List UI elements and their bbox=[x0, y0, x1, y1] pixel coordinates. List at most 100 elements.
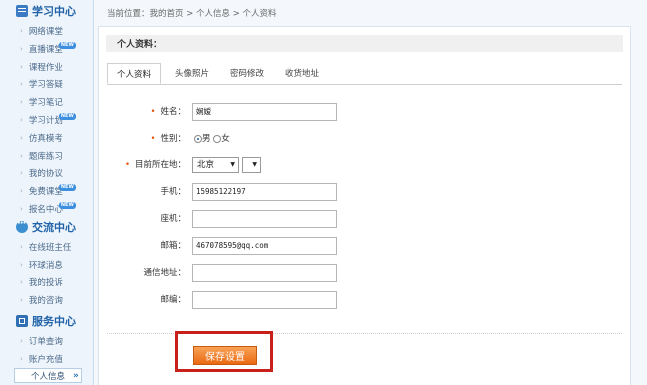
sidebar-item-label-wrap: 直播课堂 NEW bbox=[29, 41, 76, 55]
sidebar-service-item[interactable]: › 订单查询 bbox=[0, 332, 93, 350]
service-center-title: 服务中心 bbox=[32, 315, 76, 328]
tab-avatar[interactable]: 头像照片 bbox=[165, 63, 219, 83]
sidebar-exchange-item[interactable]: › 在线班主任 bbox=[0, 238, 93, 256]
name-field[interactable]: 娴嫒 bbox=[192, 103, 337, 121]
chevron-right-icon: › bbox=[20, 151, 23, 160]
tab-password[interactable]: 密码修改 bbox=[220, 63, 274, 83]
sidebar-study-item[interactable]: › 学习计划 NEW bbox=[0, 111, 93, 129]
email-field[interactable]: 467078595@qq.com bbox=[192, 237, 337, 255]
save-button[interactable]: 保存设置 bbox=[193, 346, 257, 365]
sidebar-item-label-wrap: 网络课堂 bbox=[29, 25, 63, 37]
province-select[interactable]: 北京 ▼ bbox=[192, 157, 239, 173]
landline-label: 座机： bbox=[160, 214, 186, 224]
sidebar-study-item[interactable]: › 直播课堂 NEW bbox=[0, 40, 93, 58]
sidebar-item-label: 订单查询 bbox=[28, 337, 63, 347]
sidebar-item-label-wrap: 题库练习 bbox=[29, 150, 63, 162]
sidebar-item-label-wrap: 课程作业 bbox=[29, 61, 63, 73]
gender-row: • 性别： 男 女 bbox=[99, 130, 632, 148]
breadcrumb: 当前位置：我的首页 > 个人信息 > 个人资料 bbox=[107, 9, 277, 19]
sidebar-exchange-item[interactable]: › 我的咨询 bbox=[0, 291, 93, 309]
sidebar-item-label: 我的协议 bbox=[28, 169, 63, 180]
sidebar-item-label: 个人信息 bbox=[31, 371, 66, 382]
new-badge: NEW bbox=[58, 41, 76, 49]
book-icon bbox=[16, 5, 28, 17]
chevron-right-icon: › bbox=[20, 62, 23, 71]
address-field[interactable] bbox=[192, 264, 337, 282]
zipcode-field[interactable] bbox=[192, 291, 337, 309]
sidebar-study-item[interactable]: › 网络课堂 bbox=[0, 22, 93, 40]
location-label: • 目前所在地： bbox=[124, 160, 186, 170]
sidebar-item-label-wrap: 环球消息 bbox=[29, 259, 63, 271]
double-chevron-right-icon: » bbox=[73, 370, 79, 381]
new-badge: NEW bbox=[58, 113, 76, 120]
service-center-header: 服务中心 bbox=[0, 310, 93, 332]
chevron-right-icon: › bbox=[20, 243, 23, 251]
gender-female-radio[interactable] bbox=[213, 134, 222, 143]
sidebar-item-label-wrap: 我的咨询 bbox=[29, 294, 63, 306]
chevron-right-icon: › bbox=[20, 27, 23, 35]
sidebar-study-item[interactable]: › 课程作业 bbox=[0, 58, 93, 76]
sidebar-study-item[interactable]: › 我的协议 bbox=[0, 164, 93, 182]
chevron-right-icon: › bbox=[20, 337, 23, 345]
sidebar-item-label: 学习计划 bbox=[28, 116, 63, 126]
exchange-center-title: 交流中心 bbox=[32, 221, 76, 234]
landline-row: 座机： bbox=[99, 210, 632, 228]
sidebar-study-item[interactable]: › 仿真模考 bbox=[0, 129, 93, 147]
name-label: • 姓名： bbox=[150, 107, 186, 117]
province-value: 北京 bbox=[197, 160, 215, 170]
sidebar-item-label: 账户充值 bbox=[28, 354, 63, 365]
address-row: 通信地址： bbox=[99, 264, 632, 282]
sidebar-service-item[interactable]: › 账户充值 bbox=[0, 350, 93, 368]
chevron-right-icon: › bbox=[20, 80, 23, 89]
sidebar-item-label-wrap: 账户充值 bbox=[29, 353, 63, 365]
sidebar: 学习中心 › 网络课堂 › 直播课堂 NEW › 课程作业 › 学习答疑 › 学习笔记 › 学习计划 NE… bbox=[0, 0, 94, 385]
sidebar-item-label: 网络课堂 bbox=[28, 27, 63, 37]
landline-field[interactable] bbox=[192, 210, 337, 228]
sidebar-item-label-wrap: 学习计划 NEW bbox=[28, 113, 76, 126]
gender-male-radio[interactable] bbox=[194, 134, 202, 143]
email-row: 邮箱： 467078595@qq.com bbox=[99, 237, 632, 255]
gender-male-label: 男 bbox=[202, 134, 211, 144]
sidebar-item-label-wrap: 仿真模考 bbox=[29, 132, 63, 144]
mobile-field[interactable]: 15985122197 bbox=[192, 183, 337, 201]
sidebar-item-label: 课程作业 bbox=[28, 62, 63, 73]
tab-profile[interactable]: 个人资料 bbox=[107, 63, 161, 84]
chevron-right-icon: › bbox=[20, 116, 23, 124]
sidebar-study-item[interactable]: › 题库练习 bbox=[0, 147, 93, 165]
study-center-header: 学习中心 bbox=[0, 0, 93, 22]
service-icon bbox=[16, 315, 28, 327]
chevron-right-icon: › bbox=[20, 169, 23, 178]
sidebar-study-item[interactable]: › 免费课堂 NEW bbox=[0, 182, 93, 200]
chat-bubble-icon bbox=[16, 218, 28, 233]
chevron-right-icon: › bbox=[20, 98, 23, 107]
sidebar-item-label: 学习笔记 bbox=[28, 98, 63, 109]
sidebar-item-label-wrap: 在线班主任 bbox=[29, 241, 72, 253]
sidebar-item-label: 我的投诉 bbox=[28, 278, 63, 288]
gender-female-label: 女 bbox=[221, 134, 230, 144]
new-badge: NEW bbox=[58, 184, 76, 192]
chevron-right-icon: › bbox=[20, 295, 23, 304]
sidebar-item-personal-info[interactable]: 个人信息 » bbox=[14, 368, 82, 383]
chevron-right-icon: › bbox=[20, 44, 23, 53]
gender-label: • 性别： bbox=[150, 134, 186, 144]
sidebar-item-label: 在线班主任 bbox=[28, 243, 72, 253]
zipcode-row: 邮编： bbox=[99, 291, 632, 309]
dropdown-arrow-icon: ▼ bbox=[230, 161, 235, 168]
city-select[interactable]: ▼ bbox=[242, 157, 261, 173]
sidebar-study-item[interactable]: › 学习答疑 bbox=[0, 75, 93, 93]
tab-address[interactable]: 收货地址 bbox=[275, 63, 329, 83]
sidebar-exchange-item[interactable]: › 环球消息 bbox=[0, 256, 93, 274]
sidebar-item-label: 报名中心 bbox=[28, 205, 63, 215]
gender-options: 男 女 bbox=[194, 132, 230, 144]
mobile-label: 手机： bbox=[160, 187, 186, 197]
sidebar-study-item[interactable]: › 学习笔记 bbox=[0, 93, 93, 111]
sidebar-exchange-item[interactable]: › 我的投诉 bbox=[0, 273, 93, 291]
sidebar-item-label: 环球消息 bbox=[28, 260, 63, 271]
sidebar-item-label-wrap: 订单查询 bbox=[29, 335, 63, 347]
email-label: 邮箱： bbox=[160, 241, 186, 251]
chevron-right-icon: › bbox=[20, 260, 23, 269]
sidebar-item-label: 学习答疑 bbox=[28, 80, 63, 91]
name-row: • 姓名： 娴嫒 bbox=[99, 103, 632, 121]
chevron-right-icon: › bbox=[20, 354, 23, 363]
mobile-row: 手机： 15985122197 bbox=[99, 183, 632, 201]
